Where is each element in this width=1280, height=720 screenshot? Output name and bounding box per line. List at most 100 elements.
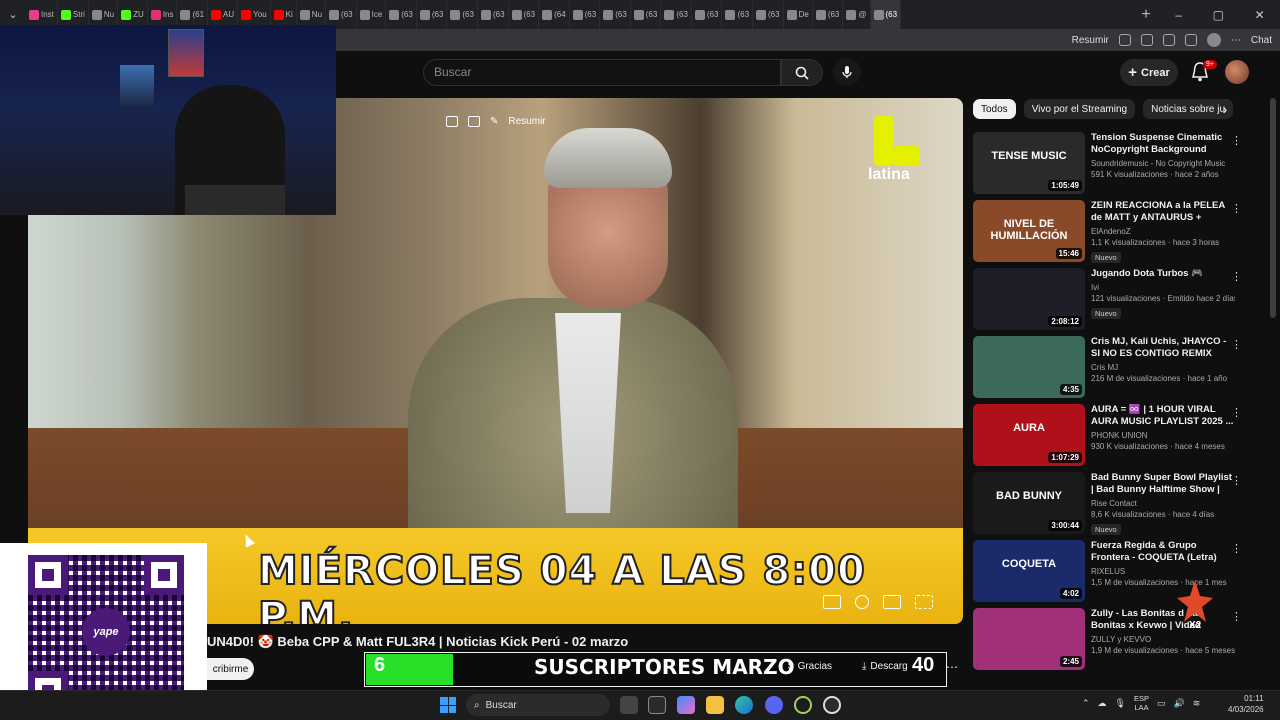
file-explorer-icon[interactable] <box>706 696 724 714</box>
recommended-video[interactable]: 4:35 Cris MJ, Kali Uchis, JHAYCO - SI NO … <box>973 336 1245 404</box>
video-thumbnail[interactable]: 2:08:12 <box>973 268 1085 330</box>
display-icon[interactable]: ▭ <box>1157 698 1166 709</box>
chip-scroll-next-icon[interactable]: › <box>1216 100 1234 118</box>
browser-tab[interactable]: (63 <box>692 0 723 29</box>
favorite-star-icon[interactable] <box>1140 34 1153 46</box>
picture-in-picture-icon[interactable] <box>446 116 458 127</box>
split-screen-icon[interactable] <box>1118 34 1131 46</box>
microphone-tray-icon[interactable]: 🎙 <box>1115 698 1126 709</box>
video-thumbnail[interactable]: 2:45 <box>973 608 1085 670</box>
browser-tab[interactable]: De <box>784 0 813 29</box>
create-button[interactable]: + Crear <box>1120 59 1178 86</box>
browser-tab[interactable]: (63 <box>447 0 478 29</box>
edge-browser-icon[interactable] <box>735 696 753 714</box>
video-menu-icon[interactable]: ⋮ <box>1231 270 1242 284</box>
thanks-button[interactable]: $ Gracias <box>788 661 832 672</box>
browser-essentials-icon[interactable] <box>1184 34 1197 46</box>
browser-tab[interactable]: (63 <box>478 0 509 29</box>
search-input[interactable]: Buscar <box>423 59 781 86</box>
wifi-icon[interactable]: ≋ <box>1193 698 1201 709</box>
video-thumbnail[interactable]: BAD BUNNY 3:00:44 <box>973 472 1085 534</box>
browser-tab[interactable]: (64 <box>539 0 570 29</box>
video-menu-icon[interactable]: ⋮ <box>1231 134 1242 148</box>
player-resumir-button[interactable]: Resumir <box>508 116 545 127</box>
video-thumbnail[interactable]: AURA 1:07:29 <box>973 404 1085 466</box>
visual-search-icon[interactable] <box>468 116 480 127</box>
page-scrollbar[interactable] <box>1270 98 1276 318</box>
video-thumbnail[interactable]: TENSE MUSIC 1:05:49 <box>973 132 1085 194</box>
video-title-link[interactable]: Fuerza Regida & Grupo Frontera - COQUETA… <box>1091 540 1235 564</box>
theater-mode-icon[interactable] <box>883 595 901 609</box>
video-menu-icon[interactable]: ⋮ <box>1231 406 1242 420</box>
copilot-icon[interactable] <box>677 696 695 714</box>
video-title-link[interactable]: Cris MJ, Kali Uchis, JHAYCO - SI NO ES C… <box>1091 336 1235 360</box>
recommended-video[interactable]: 2:08:12 Jugando Dota Turbos 🎮 Ivi 121 visua… <box>973 268 1245 336</box>
browser-tab[interactable]: (63 <box>661 0 692 29</box>
video-menu-icon[interactable]: ⋮ <box>1231 610 1242 624</box>
browser-tab[interactable]: (63 <box>509 0 540 29</box>
windows-start-icon[interactable] <box>440 697 456 713</box>
fullscreen-icon[interactable] <box>915 595 933 609</box>
browser-tab[interactable]: Ice <box>357 0 387 29</box>
browser-tab[interactable]: (63 <box>631 0 662 29</box>
copilot-chat-button[interactable]: Chat <box>1251 35 1272 46</box>
close-window-icon[interactable]: ✕ <box>1255 8 1265 22</box>
store-icon[interactable] <box>648 696 666 714</box>
subtitles-icon[interactable] <box>823 595 841 609</box>
video-title-link[interactable]: ZEIN REACCIONA a la PELEA de MATT y ANTA… <box>1091 200 1235 224</box>
browser-tab[interactable]: (63 <box>753 0 784 29</box>
search-button[interactable] <box>781 59 823 86</box>
browser-tab[interactable]: @ <box>843 0 871 29</box>
subscribe-button[interactable]: cribirme <box>207 658 254 680</box>
voice-search-button[interactable] <box>833 58 861 86</box>
browser-tab[interactable]: (63 <box>870 0 902 29</box>
new-tab-button[interactable]: + <box>1132 6 1160 24</box>
taskbar-search[interactable]: ⌕ Buscar <box>466 694 610 716</box>
settings-gear-icon[interactable] <box>855 595 869 609</box>
volume-icon[interactable]: 🔊 <box>1174 698 1185 709</box>
video-thumbnail[interactable]: NIVEL DE HUMILLACIÓN 15:46 <box>973 200 1085 262</box>
video-title-link[interactable]: AURA = ♾️ | 1 HOUR VIRAL AURA MUSIC PLAY… <box>1091 404 1235 428</box>
xbox-icon[interactable] <box>794 696 812 714</box>
extensions-icon[interactable] <box>1162 34 1175 46</box>
filter-chip[interactable]: Vivo por el Streaming <box>1023 99 1136 119</box>
tab-label: Stri <box>72 10 85 19</box>
tab-favicon-icon <box>511 9 522 20</box>
video-title-link[interactable]: Jugando Dota Turbos 🎮 <box>1091 268 1235 280</box>
video-menu-icon[interactable]: ⋮ <box>1231 474 1242 488</box>
video-title-link[interactable]: Tension Suspense Cinematic NoCopyright B… <box>1091 132 1235 156</box>
video-title-link[interactable]: Bad Bunny Super Bowl Playlist | Bad Bunn… <box>1091 472 1235 496</box>
browser-tab[interactable]: (63 <box>722 0 754 29</box>
video-menu-icon[interactable]: ⋮ <box>1231 202 1242 216</box>
more-actions-icon[interactable]: ⋯ <box>946 660 958 674</box>
browser-tab[interactable]: (63 <box>600 0 631 29</box>
browser-tab[interactable]: (63 <box>417 0 448 29</box>
task-view-icon[interactable] <box>620 696 638 714</box>
youtube-profile-avatar[interactable] <box>1225 60 1249 84</box>
video-thumbnail[interactable]: COQUETA 4:02 <box>973 540 1085 602</box>
browser-profile-avatar[interactable] <box>1206 33 1221 47</box>
recommended-video[interactable]: AURA 1:07:29 AURA = ♾️ | 1 HOUR VIRAL AURA… <box>973 404 1245 472</box>
obs-icon[interactable] <box>823 696 841 714</box>
video-thumbnail[interactable]: 4:35 <box>973 336 1085 398</box>
browser-tab[interactable]: (63 <box>570 0 601 29</box>
recommended-video[interactable]: NIVEL DE HUMILLACIÓN 15:46 ZEIN REACCIONA … <box>973 200 1245 268</box>
discord-icon[interactable] <box>765 696 783 714</box>
filter-chip[interactable]: Todos <box>973 99 1016 119</box>
taskbar-clock[interactable]: 01:11 4/03/2026 <box>1228 693 1264 715</box>
more-options-icon[interactable]: ⋯ <box>1231 35 1241 46</box>
language-indicator[interactable]: ESP LAA <box>1134 694 1149 712</box>
video-menu-icon[interactable]: ⋮ <box>1231 542 1242 556</box>
resumir-toolbar-button[interactable]: Resumir <box>1072 35 1109 46</box>
minimize-icon[interactable]: – <box>1175 8 1182 22</box>
video-menu-icon[interactable]: ⋮ <box>1231 338 1242 352</box>
show-hidden-icons-icon[interactable]: ⌃ <box>1082 698 1090 709</box>
maximize-icon[interactable]: ▢ <box>1213 8 1224 22</box>
recommended-video[interactable]: TENSE MUSIC 1:05:49 Tension Suspense Cinem… <box>973 132 1245 200</box>
download-button[interactable]: ⤓ Descarg <box>862 661 908 672</box>
onedrive-icon[interactable]: ☁ <box>1098 698 1107 709</box>
browser-tab[interactable]: (63 <box>813 0 844 29</box>
summarize-icon[interactable]: ✎ <box>490 116 498 127</box>
browser-tab[interactable]: (63 <box>386 0 417 29</box>
recommended-video[interactable]: BAD BUNNY 3:00:44 Bad Bunny Super Bowl Pla… <box>973 472 1245 540</box>
